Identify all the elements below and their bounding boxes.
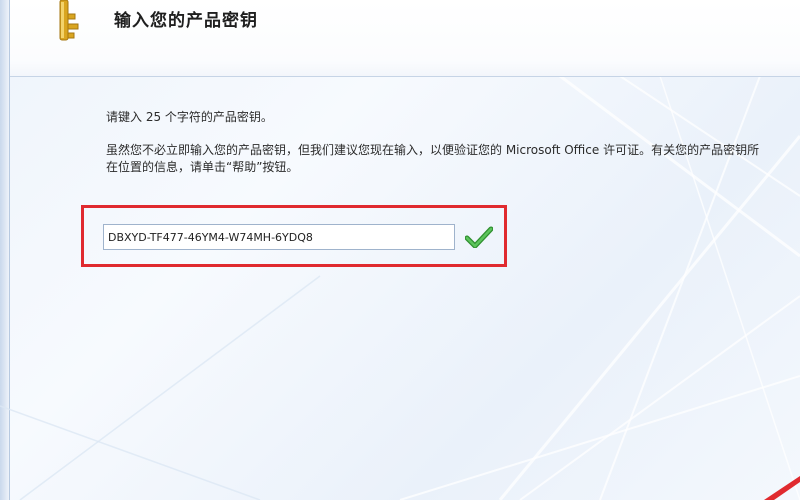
product-key-dialog: 输入您的产品密钥 请键入 25 个字符的产品密钥。 虽然您不必立即输入您的产品密… <box>0 0 800 500</box>
dialog-header: 输入您的产品密钥 <box>10 0 800 77</box>
instruction-text: 请键入 25 个字符的产品密钥。 <box>106 110 273 124</box>
product-key-input[interactable] <box>103 224 455 250</box>
dialog-title: 输入您的产品密钥 <box>114 11 258 31</box>
info-text: 虽然您不必立即输入您的产品密钥，但我们建议您现在输入，以便验证您的 Micros… <box>106 143 760 174</box>
background-decoration <box>0 76 800 500</box>
checkmark-icon <box>465 226 493 248</box>
key-icon <box>59 0 79 41</box>
annotation-arrow <box>764 476 800 500</box>
